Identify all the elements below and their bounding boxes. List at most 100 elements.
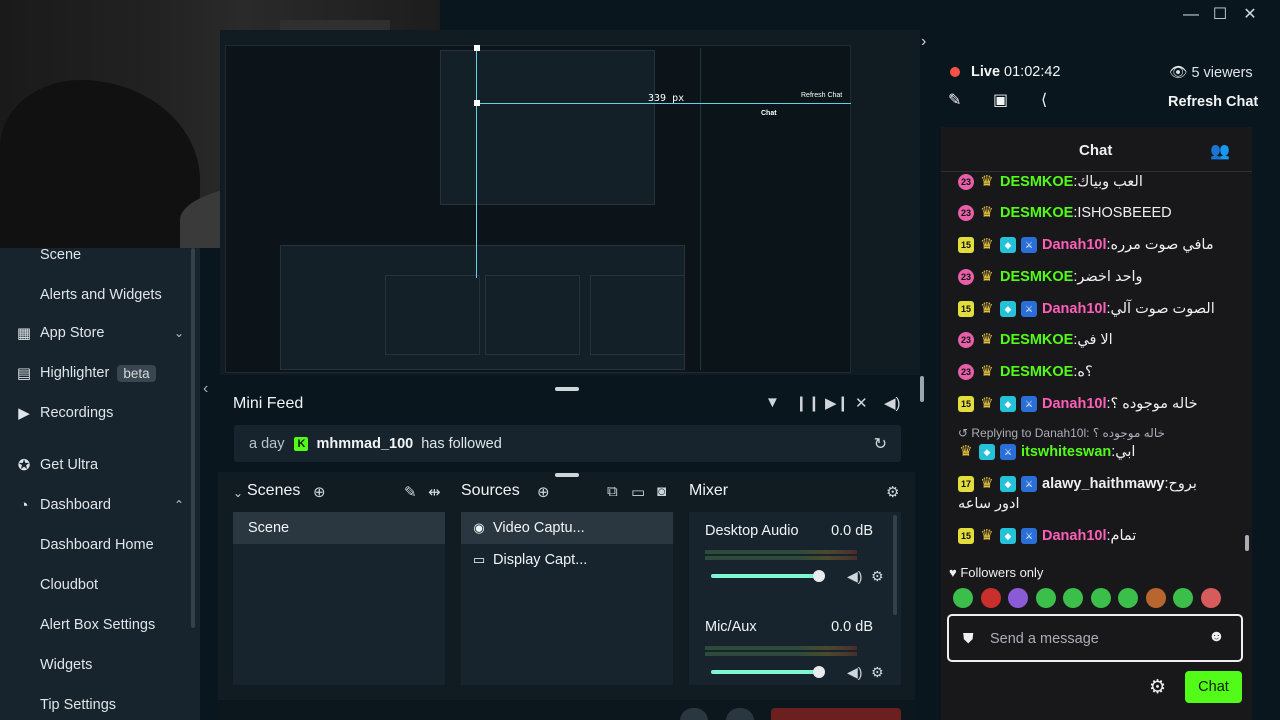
- minifeed-title: Mini Feed: [233, 395, 304, 412]
- transition-icon[interactable]: ✎: [404, 483, 417, 501]
- chat-message[interactable]: 15 ♛ ◆ ⚔ Danah10l: تمام: [958, 524, 1136, 548]
- emoji-icon[interactable]: ☻: [1208, 628, 1225, 646]
- chat-message[interactable]: 15 ♛ ◆ ⚔ Danah10l: الصوت صوت آلي: [958, 297, 1215, 321]
- minimize-button[interactable]: —: [1180, 4, 1202, 26]
- sidebar-item[interactable]: ◔ Dashboard ⌃: [0, 490, 190, 520]
- skip-icon[interactable]: ▶❙: [825, 394, 849, 412]
- chat-username[interactable]: DESMKOE: [1000, 364, 1073, 380]
- dock-resize-handle[interactable]: [555, 387, 579, 391]
- volume-knob[interactable]: [813, 666, 825, 678]
- collapse-scenes-icon[interactable]: ⌄: [233, 486, 243, 500]
- add-scene-icon[interactable]: ⊕: [313, 483, 326, 501]
- emote-icon[interactable]: [953, 588, 973, 608]
- sidebar-item[interactable]: ▦ App Store ⌄: [0, 318, 190, 348]
- chevron-icon[interactable]: ⌃: [174, 498, 184, 512]
- emote-icon[interactable]: [1145, 588, 1166, 608]
- resize-handle[interactable]: [474, 45, 480, 51]
- replay-icon[interactable]: ↻: [874, 434, 887, 454]
- pause-icon[interactable]: ❙❙: [795, 394, 820, 412]
- preview-scrollbar[interactable]: [920, 376, 924, 402]
- emote-icon[interactable]: [1035, 588, 1056, 608]
- speaker-icon[interactable]: ◀): [847, 568, 862, 585]
- guide-line-vertical: [476, 48, 477, 278]
- speaker-icon[interactable]: ◀): [847, 664, 862, 681]
- chat-username[interactable]: DESMKOE: [1000, 174, 1073, 190]
- feed-event[interactable]: a day K mhmmad_100 has followed ↻: [234, 425, 901, 462]
- edit-icon[interactable]: ✎: [948, 90, 961, 110]
- volume-knob[interactable]: [813, 570, 825, 582]
- chat-username[interactable]: Danah10l: [1042, 396, 1106, 412]
- chat-input[interactable]: [990, 628, 1190, 650]
- chat-message[interactable]: 15 ♛ ◆ ⚔ Danah10l: مافي صوت مرره: [958, 233, 1214, 257]
- gear-icon[interactable]: ⚙: [1149, 676, 1166, 699]
- source-item[interactable]: ▭ Display Capt...: [461, 544, 673, 576]
- chat-message[interactable]: 23 ♛ DESMKOE: العب وبياك: [958, 170, 1143, 194]
- source-item[interactable]: ◉ Video Captu...: [461, 512, 673, 544]
- maximize-button[interactable]: ☐: [1209, 4, 1231, 26]
- chat-username[interactable]: DESMKOE: [1000, 332, 1073, 348]
- chevron-left-icon[interactable]: ‹: [203, 380, 208, 398]
- dock-resize-handle[interactable]: [555, 473, 579, 477]
- chevron-icon[interactable]: ⌄: [174, 326, 184, 340]
- end-stream-button[interactable]: [771, 708, 901, 720]
- sidebar-item[interactable]: ✪ Get Ultra: [0, 450, 190, 480]
- sidebar-item[interactable]: Cloudbot: [0, 570, 190, 600]
- sidebar-item[interactable]: Alerts and Widgets: [0, 280, 190, 310]
- chat-username[interactable]: alawy_haithmawy: [1042, 476, 1165, 492]
- chat-username[interactable]: itswhiteswan: [1021, 444, 1111, 460]
- chat-scrollbar[interactable]: [1245, 535, 1249, 551]
- sidebar-item[interactable]: Tip Settings: [0, 690, 190, 720]
- camera-icon[interactable]: ▣: [993, 90, 1008, 110]
- gear-icon[interactable]: ⚙: [886, 483, 899, 501]
- chat-username[interactable]: DESMKOE: [1000, 205, 1073, 221]
- copy-source-icon[interactable]: ⧉: [607, 483, 618, 500]
- resize-handle[interactable]: [474, 100, 480, 106]
- emote-icon[interactable]: [1008, 588, 1028, 608]
- camera-icon[interactable]: ◙: [657, 483, 666, 500]
- chat-message[interactable]: ♛ ◆ ⚔ itswhiteswan: ابي: [958, 440, 1135, 464]
- close-button[interactable]: ✕: [1239, 4, 1261, 26]
- emote-icon[interactable]: [1173, 588, 1193, 608]
- volume-slider[interactable]: [711, 670, 819, 674]
- chat-username[interactable]: DESMKOE: [1000, 269, 1073, 285]
- chat-message[interactable]: 23 ♛ DESMKOE: واحد اخضر: [958, 265, 1143, 289]
- emote-icon[interactable]: [1118, 588, 1138, 608]
- sidebar-item[interactable]: Dashboard Home: [0, 530, 190, 560]
- folder-icon[interactable]: ▭: [631, 483, 645, 501]
- sidebar-item[interactable]: Alert Box Settings: [0, 610, 190, 640]
- sidebar-scrollbar[interactable]: [191, 248, 195, 628]
- sidebar-item[interactable]: ▤ Highlighter beta: [0, 358, 190, 388]
- store-icon: ▦: [16, 325, 32, 342]
- gear-icon[interactable]: ⚙: [871, 664, 884, 681]
- chat-message[interactable]: 23 ♛ DESMKOE: الا في: [958, 328, 1113, 352]
- filter-icon[interactable]: ▼: [765, 394, 780, 411]
- scene-item[interactable]: Scene: [233, 512, 445, 544]
- volume-icon[interactable]: ◀): [884, 394, 901, 412]
- emote-icon[interactable]: [1063, 588, 1083, 608]
- users-icon[interactable]: 👥: [1210, 141, 1230, 161]
- chat-message[interactable]: 15 ♛ ◆ ⚔ Danah10l: خاله موجوده ؟: [958, 392, 1198, 416]
- feed-action: has followed: [421, 435, 502, 452]
- sidebar-item[interactable]: Widgets: [0, 650, 190, 680]
- send-chat-button[interactable]: Chat: [1185, 671, 1242, 703]
- studio-mode-icon[interactable]: ⇹: [428, 483, 441, 501]
- mixer-scrollbar[interactable]: [893, 515, 897, 615]
- chat-username[interactable]: Danah10l: [1042, 528, 1106, 544]
- chat-username[interactable]: Danah10l: [1042, 301, 1106, 317]
- sidebar-item[interactable]: ▶ Recordings: [0, 398, 190, 428]
- chevron-right-icon[interactable]: ›: [921, 33, 926, 51]
- chat-message[interactable]: 23 ♛ DESMKOE: ؟ه: [958, 360, 1093, 384]
- sidebar-item-label: Widgets: [40, 657, 93, 673]
- gear-icon[interactable]: ⚙: [871, 568, 884, 585]
- add-source-icon[interactable]: ⊕: [537, 483, 550, 501]
- chat-username[interactable]: Danah10l: [1042, 237, 1106, 253]
- emote-icon[interactable]: [1200, 588, 1221, 608]
- emote-icon[interactable]: [980, 588, 1001, 608]
- volume-slider[interactable]: [711, 574, 819, 578]
- share-icon[interactable]: ⟨: [1041, 90, 1047, 110]
- mute-alerts-icon[interactable]: ✕: [855, 394, 868, 412]
- emote-icon[interactable]: [1090, 588, 1111, 608]
- refresh-chat-button[interactable]: Refresh Chat: [1168, 94, 1258, 110]
- chat-message[interactable]: 23 ♛ DESMKOE: ISHOSBEEED: [958, 201, 1172, 225]
- stream-preview[interactable]: Chat Refresh Chat 339 px: [220, 30, 920, 375]
